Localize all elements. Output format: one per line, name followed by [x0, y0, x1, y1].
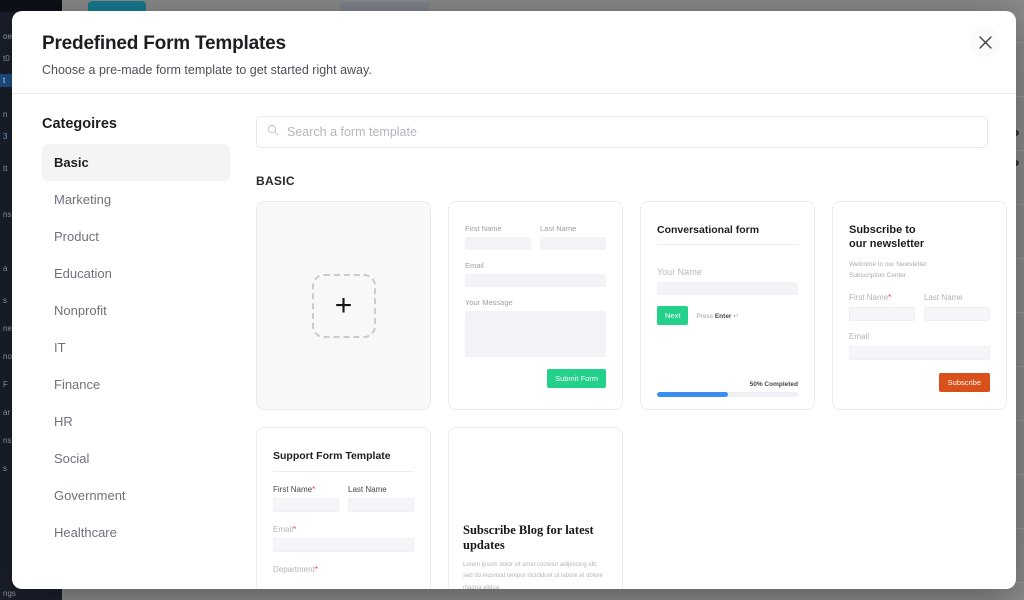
next-button[interactable]: Next	[657, 306, 689, 325]
email-label: Email	[849, 331, 870, 341]
progress-bar	[657, 392, 798, 397]
first-name-field[interactable]	[465, 237, 531, 250]
required-marker: *	[312, 485, 316, 494]
template-card-contact-form[interactable]: First Name Last Name Email Your Message …	[448, 201, 623, 410]
sidebar-item-label: Healthcare	[54, 525, 117, 540]
sidebar-item-basic[interactable]: Basic	[42, 144, 230, 181]
backdrop-bottom-strip	[0, 588, 1024, 600]
template-card-blog-subscribe[interactable]: Subscribe Blog for latest updates Lorem …	[448, 427, 623, 589]
sidebar-item-healthcare[interactable]: Healthcare	[42, 514, 230, 551]
sidebar-item-label: Marketing	[54, 192, 112, 207]
first-name-label: First Name*	[273, 485, 316, 494]
newsletter-title: Subscribe to our newsletter	[849, 224, 925, 250]
sidebar-item-label: Product	[54, 229, 99, 244]
sidebar-item-nonprofit[interactable]: Nonprofit	[42, 292, 230, 329]
predefined-form-templates-modal: Predefined Form Templates Choose a pre-m…	[12, 11, 1016, 589]
sidebar-item-label: Social	[54, 451, 90, 466]
first-name-field[interactable]	[273, 498, 339, 512]
last-name-label: Last Name	[348, 485, 387, 494]
last-name-field[interactable]	[540, 237, 606, 250]
email-field[interactable]	[273, 538, 414, 552]
close-icon	[978, 35, 992, 49]
progress-bar-fill	[657, 392, 728, 397]
template-card-support-form[interactable]: Support Form Template First Name* Last N…	[256, 427, 431, 589]
first-name-label: First Name*	[849, 292, 892, 302]
sidebar-item-marketing[interactable]: Marketing	[42, 181, 230, 218]
sidebar-item-product[interactable]: Product	[42, 218, 230, 255]
progress-label: 50% Completed	[749, 381, 798, 388]
sidebar-item-education[interactable]: Education	[42, 255, 230, 292]
conversational-question: Your Name	[657, 267, 702, 277]
modal-header: Predefined Form Templates Choose a pre-m…	[12, 11, 1016, 94]
plus-glyph: +	[334, 288, 353, 322]
sidebar-item-label: Basic	[54, 155, 89, 170]
required-marker: *	[293, 525, 297, 534]
categories-sidebar: Categoires Basic Marketing Product Educa…	[12, 116, 230, 582]
press-enter-hint: Press Enter ↵	[696, 312, 739, 320]
required-marker: *	[314, 565, 318, 574]
sidebar-item-government[interactable]: Government	[42, 477, 230, 514]
sidebar-item-label: HR	[54, 414, 73, 429]
template-card-newsletter[interactable]: Subscribe to our newsletter Welcome to o…	[832, 201, 1007, 410]
sidebar-item-label: Government	[54, 488, 126, 503]
first-name-label: First Name	[465, 224, 502, 233]
subscribe-button[interactable]: Subscribe	[938, 372, 990, 392]
enter-arrow-icon: ↵	[733, 312, 739, 320]
sidebar-item-it[interactable]: IT	[42, 329, 230, 366]
blog-paragraph: Lorem ipsum dolor sit amet coctetur adip…	[463, 561, 603, 589]
email-field[interactable]	[849, 345, 990, 360]
modal-body: Categoires Basic Marketing Product Educa…	[12, 94, 1016, 589]
email-label: Email*	[273, 525, 297, 534]
search-input[interactable]	[287, 125, 987, 139]
template-card-conversational-form[interactable]: Conversational form Your Name Next Press…	[640, 201, 815, 410]
last-name-label: Last Name	[924, 292, 963, 302]
last-name-field[interactable]	[924, 306, 990, 321]
template-grid: + First Name Last Name Email Your Messag…	[256, 201, 1007, 589]
message-textarea[interactable]	[465, 311, 606, 357]
categories-title: Categoires	[42, 116, 117, 132]
sidebar-item-label: Education	[54, 266, 112, 281]
app-sidebar-bottom-label: ngs	[0, 588, 62, 600]
conversational-answer-field[interactable]	[657, 282, 798, 295]
sidebar-item-label: IT	[54, 340, 66, 355]
last-name-field[interactable]	[348, 498, 414, 512]
department-label: Department*	[273, 565, 318, 574]
submit-form-button[interactable]: Submit Form	[547, 369, 606, 388]
search-bar[interactable]	[256, 116, 988, 148]
newsletter-subtitle: Welcome to our Newsletter Subscription C…	[849, 260, 927, 279]
plus-icon: +	[311, 273, 376, 338]
sidebar-item-finance[interactable]: Finance	[42, 366, 230, 403]
first-name-field[interactable]	[849, 306, 915, 321]
conversational-title: Conversational form	[657, 224, 798, 245]
search-icon	[267, 123, 279, 141]
email-field[interactable]	[465, 274, 606, 287]
last-name-label: Last Name	[540, 224, 577, 233]
templates-content: BASIC + First Name	[230, 116, 1016, 589]
close-button[interactable]	[970, 27, 1000, 57]
sidebar-item-label: Finance	[54, 377, 101, 392]
support-title: Support Form Template	[273, 450, 414, 472]
sidebar-item-label: Nonprofit	[54, 303, 107, 318]
section-heading: BASIC	[256, 174, 295, 188]
sidebar-item-social[interactable]: Social	[42, 440, 230, 477]
page-subtitle: Choose a pre-made form template to get s…	[42, 63, 372, 77]
message-label: Your Message	[465, 298, 513, 307]
required-marker: *	[888, 292, 892, 302]
email-label: Email	[465, 261, 484, 270]
template-card-blank[interactable]: +	[256, 201, 431, 410]
blog-heading: Subscribe Blog for latest updates	[463, 522, 594, 552]
page-title: Predefined Form Templates	[42, 33, 286, 54]
sidebar-item-hr[interactable]: HR	[42, 403, 230, 440]
